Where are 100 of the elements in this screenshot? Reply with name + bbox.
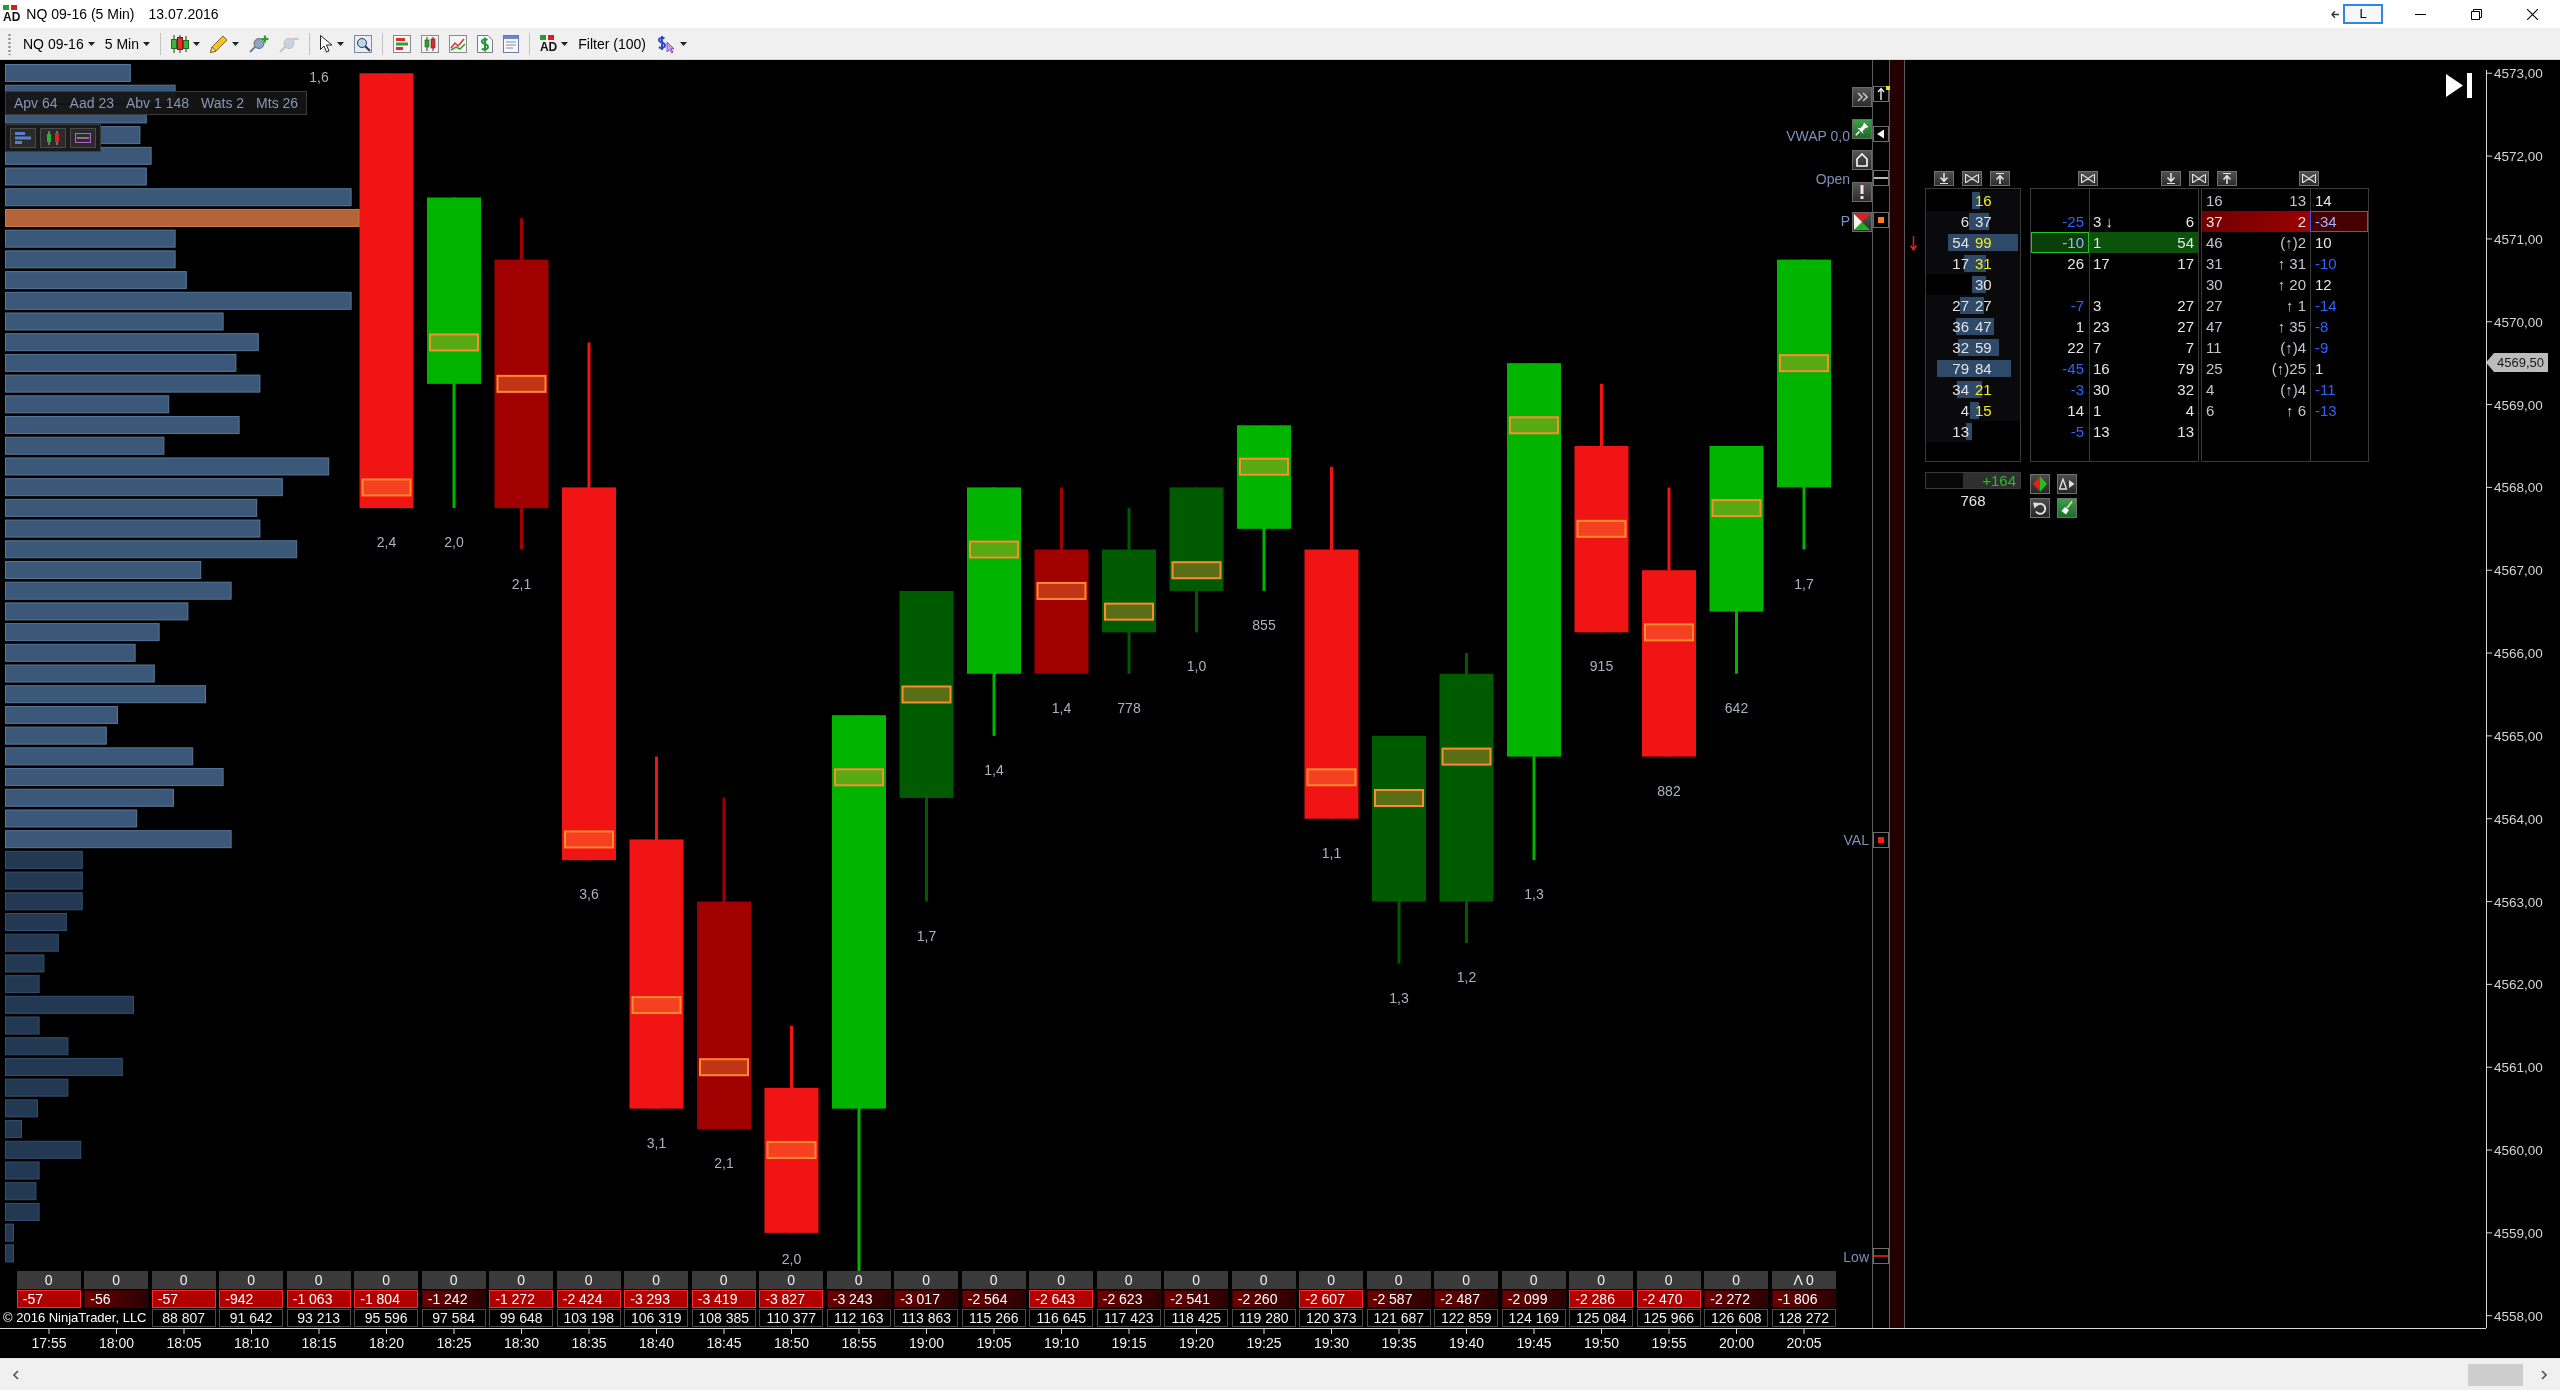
ladder-value: 1 [2093,234,2102,251]
arrow-down-bar-button[interactable] [1934,171,1954,186]
ladder-value: -3 [2069,380,2085,400]
ladder-value: 10 [2314,233,2333,253]
bar-value-label: 1,3 [1524,886,1544,903]
scrollbar-thumb[interactable] [2468,1363,2523,1386]
broom-icon [2061,501,2073,515]
level-label: VWAP 0,0 [1786,127,1850,145]
poc-marker [1036,581,1087,600]
volume-value: 21 [1975,381,1992,398]
time-label: 19:50 [1584,1335,1619,1351]
delta-cell: -2 470 [1636,1290,1701,1308]
volume-value: 6 [1960,213,1969,230]
poc-marker [1104,602,1154,621]
delta-cell: -56 [84,1290,149,1308]
total-cell: 124 169 [1501,1309,1566,1327]
bar-value-label: 1,4 [1051,699,1072,716]
volume-value: 36 [1952,318,1969,335]
poc-marker [1711,499,1762,518]
volume-value: 27 [1975,297,1992,314]
price-label: 4569,00 [2494,397,2543,413]
pin-plus-icon [248,34,269,53]
ladder-value: 13 [2093,423,2110,440]
arrow-up-bar-button[interactable] [2217,171,2237,186]
delta-cell: -2 623 [1096,1290,1161,1308]
exclamation-button[interactable] [1852,182,1872,202]
volume-value: 17 [1952,255,1969,272]
layout-button[interactable]: L [2343,4,2383,24]
cross-button[interactable] [2189,171,2209,186]
price-label: 4559,00 [2494,1225,2543,1241]
indicator-stat: Mts 26 [256,95,299,111]
profile-bars-button[interactable] [10,128,36,148]
total-cell: 113 863 [894,1309,959,1327]
double-chevron-button[interactable] [1852,87,1872,107]
diamond-button[interactable] [2030,474,2050,494]
ladder-value: 7 [2185,339,2194,356]
range-box-button[interactable] [70,128,96,148]
cross-button[interactable] [1962,171,1982,186]
arrow-down-bar-button[interactable] [2161,171,2181,186]
logo-button[interactable]: AD [535,30,573,57]
delta-cell: -57 [16,1290,81,1308]
cross-button[interactable] [2078,171,2098,186]
arrow-up-icon [1873,86,1890,102]
range-box-icon [75,133,91,143]
volume-value: 30 [1975,276,1992,293]
ladder-value: 14 [2314,191,2333,211]
total-cell: 99 648 [489,1309,554,1327]
bar-value-label: 882 [1657,782,1681,799]
total-cell: 112 163 [826,1309,891,1327]
volume-value: 99 [1975,234,1992,251]
broom-button[interactable] [2057,498,2077,518]
arrow-up-bar-button[interactable] [1990,171,2010,186]
bar-value-label: 642 [1724,699,1749,716]
undo-button[interactable] [2030,498,2050,518]
time-label: 18:30 [504,1335,539,1351]
time-label: 19:40 [1449,1335,1484,1351]
bar-value-label: 1,1 [1321,844,1342,861]
ladder-value: ↑ 31 [2277,255,2306,272]
bar-value-label: 915 [1589,658,1614,675]
dollar-cursor-icon [655,34,676,53]
flag-button[interactable] [1852,212,1872,232]
time-label: 18:55 [841,1335,877,1351]
delta-arrow-button[interactable] [2057,474,2077,494]
pin-icon [1855,122,1869,136]
delta-cell: -942 [219,1290,284,1308]
dropdown-button[interactable]: NQ 09-16 [19,30,99,57]
volume-cell: 0 [1164,1271,1229,1289]
time-label: 18:25 [436,1335,472,1351]
delta-cell: -1 063 [286,1290,351,1308]
toolbar-grip[interactable] [8,32,11,55]
total-cell: 120 373 [1299,1309,1364,1327]
ladder-value: 23 [2093,318,2110,335]
cross-icon [2302,174,2316,183]
candlestick-icon [170,34,189,53]
time-label: 20:00 [1719,1335,1754,1351]
volume-value: 15 [1975,402,1992,419]
poc-marker [766,1141,817,1160]
form-icon [502,34,519,53]
pin-button[interactable] [1852,119,1872,139]
time-label: 20:05 [1786,1335,1822,1351]
candlestick-button[interactable] [40,128,66,148]
close-icon [2526,8,2538,20]
ladder-value: 30 [2093,381,2110,398]
ladder-value: 6 [2206,402,2215,419]
cross-button[interactable] [2299,171,2319,186]
level-label: VAL [1843,831,1869,849]
ladder-value: 79 [2177,360,2194,377]
window-title: NQ 09-16 (5 Min) [26,6,135,22]
filter-button[interactable]: Filter (100) [574,30,650,57]
delta-cell: -3 419 [691,1290,756,1308]
house-button[interactable] [1852,150,1872,170]
volume-cell: 0 [894,1271,959,1289]
ladder-value: 27 [2177,297,2194,314]
bar-value-label: 1,7 [916,927,937,944]
ladder-value: ↑ 20 [2277,276,2306,293]
square-marker-icon [1873,212,1889,228]
total-cell: 110 377 [759,1309,824,1327]
dropdown-button[interactable]: 5 Min [100,30,154,57]
ladder-value: 14 [2066,401,2085,421]
ladder-value: 1 [2093,402,2102,419]
